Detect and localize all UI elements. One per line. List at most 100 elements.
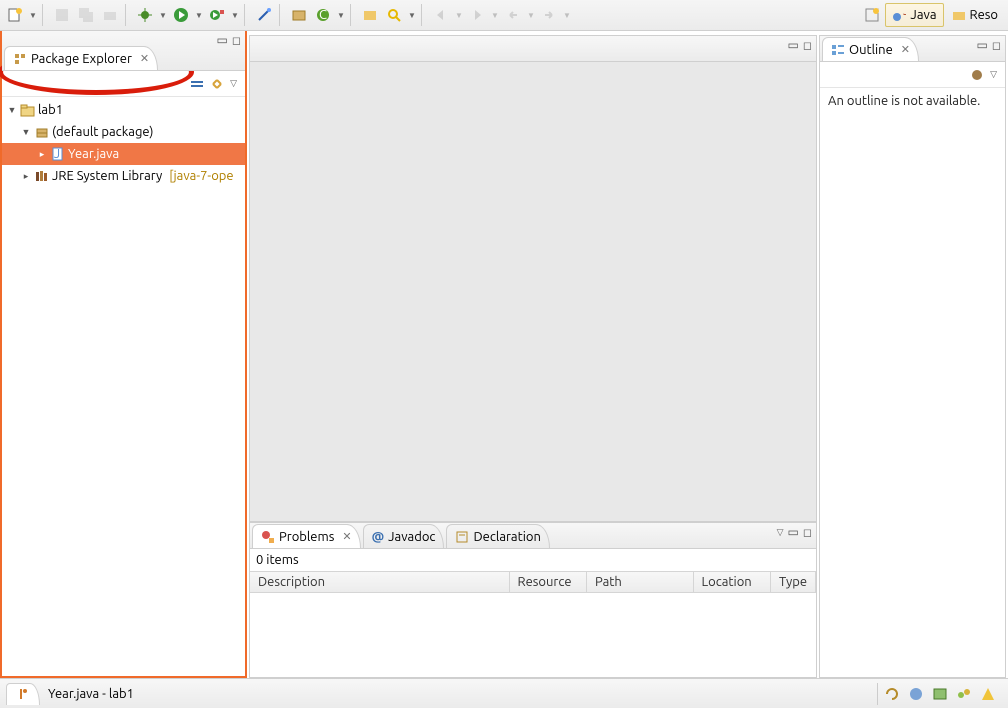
wand-button[interactable] <box>253 4 275 26</box>
java-file-icon: J <box>50 146 66 162</box>
save-button[interactable] <box>51 4 73 26</box>
nav-prev-dropdown[interactable]: ▼ <box>454 11 464 20</box>
nav-prev-button[interactable] <box>430 4 452 26</box>
perspective-java[interactable]: J Java <box>885 3 943 27</box>
col-resource[interactable]: Resource <box>510 572 587 592</box>
editor-maximize-button[interactable]: ◻ <box>803 39 812 52</box>
outline-minimize-button[interactable]: ▭ <box>977 38 988 52</box>
tree-jre-suffix: [java-7-ope <box>169 169 233 183</box>
tree-jre-label: JRE System Library <box>52 169 162 183</box>
minimize-button[interactable]: ▭ <box>217 33 228 47</box>
open-perspective-button[interactable] <box>861 4 883 26</box>
package-explorer-tree[interactable]: ▼ lab1 ▼ (default package) ▸ J Year.java <box>2 97 245 676</box>
outline-view-menu[interactable]: ▽ <box>990 69 997 80</box>
debug-button[interactable] <box>134 4 156 26</box>
tray-image-icon[interactable] <box>932 686 948 702</box>
outline-tab[interactable]: Outline ✕ <box>822 37 919 61</box>
run-dropdown[interactable]: ▼ <box>194 11 204 20</box>
print-button[interactable] <box>99 4 121 26</box>
back-button[interactable] <box>502 4 524 26</box>
library-icon <box>34 168 50 184</box>
col-path[interactable]: Path <box>587 572 694 592</box>
problems-minimize-button[interactable]: ▭ <box>788 525 799 539</box>
package-explorer-toolbar: ▽ <box>2 71 245 97</box>
tray-gc-icon[interactable] <box>956 686 972 702</box>
status-marker[interactable] <box>6 683 40 705</box>
nav-next-button[interactable] <box>466 4 488 26</box>
main-toolbar: ▼ ▼ ▼ ▼ C ▼ ▼ ▼ ▼ ▼ ▼ J Java Reso <box>0 0 1008 31</box>
tab-javadoc[interactable]: @ Javadoc <box>363 524 445 548</box>
back-dropdown[interactable]: ▼ <box>526 11 536 20</box>
col-description[interactable]: Description <box>250 572 510 592</box>
search-dropdown[interactable]: ▼ <box>407 11 417 20</box>
col-type[interactable]: Type <box>771 572 816 592</box>
col-location[interactable]: Location <box>694 572 771 592</box>
run-last-dropdown[interactable]: ▼ <box>230 11 240 20</box>
tab-declaration[interactable]: Declaration <box>446 524 549 548</box>
save-all-button[interactable] <box>75 4 97 26</box>
problems-maximize-button[interactable]: ◻ <box>803 526 812 539</box>
javadoc-icon: @ <box>372 530 385 544</box>
package-explorer-title: Package Explorer <box>31 52 132 66</box>
svg-text:J: J <box>54 147 60 161</box>
tab-declaration-label: Declaration <box>473 530 540 544</box>
package-explorer-tab[interactable]: Package Explorer ✕ <box>4 46 158 70</box>
tab-problems[interactable]: Problems ✕ <box>252 524 361 548</box>
close-icon[interactable]: ✕ <box>901 43 910 56</box>
problems-view-menu[interactable]: ▽ <box>777 527 784 538</box>
new-class-button[interactable]: C <box>312 4 334 26</box>
nav-next-dropdown[interactable]: ▼ <box>490 11 500 20</box>
tree-jre[interactable]: ▸ JRE System Library [java-7-ope <box>2 165 245 187</box>
perspective-resource-label: Reso <box>970 8 999 22</box>
maximize-button[interactable]: ◻ <box>232 34 241 47</box>
tree-package-label: (default package) <box>52 125 154 139</box>
close-icon[interactable]: ✕ <box>342 530 351 543</box>
outline-icon <box>831 43 845 57</box>
new-dropdown[interactable]: ▼ <box>28 11 38 20</box>
run-last-button[interactable] <box>206 4 228 26</box>
forward-dropdown[interactable]: ▼ <box>562 11 572 20</box>
new-package-button[interactable] <box>288 4 310 26</box>
tree-file-label: Year.java <box>68 147 119 161</box>
outline-maximize-button[interactable]: ◻ <box>992 39 1001 52</box>
package-explorer-icon <box>13 52 27 66</box>
debug-dropdown[interactable]: ▼ <box>158 11 168 20</box>
tab-javadoc-label: Javadoc <box>388 530 435 544</box>
problems-icon <box>261 530 275 544</box>
open-type-button[interactable] <box>359 4 381 26</box>
tray-tip-icon[interactable] <box>908 686 924 702</box>
link-editor-icon[interactable] <box>210 77 224 91</box>
editor-minimize-button[interactable]: ▭ <box>788 38 799 52</box>
svg-text:C: C <box>319 8 327 22</box>
package-explorer-tabbar: Package Explorer ✕ ▭ ◻ <box>2 31 245 71</box>
problems-table-header: Description Resource Path Location Type <box>250 571 816 593</box>
collapse-all-icon[interactable] <box>190 77 204 91</box>
tray-updates-icon[interactable] <box>980 686 996 702</box>
outline-view: Outline ✕ ▭ ◻ ▽ An outline is not availa… <box>819 35 1006 678</box>
tree-package[interactable]: ▼ (default package) <box>2 121 245 143</box>
problems-view: Problems ✕ @ Javadoc Declaration ▽ ▭ ◻ <box>249 522 817 678</box>
outline-toolbar: ▽ <box>820 62 1005 88</box>
search-button[interactable] <box>383 4 405 26</box>
close-icon[interactable]: ✕ <box>140 52 149 65</box>
focus-task-icon[interactable] <box>970 68 984 82</box>
tray-sync-icon[interactable] <box>884 686 900 702</box>
project-icon <box>20 102 36 118</box>
forward-button[interactable] <box>538 4 560 26</box>
marker-icon <box>17 688 29 700</box>
center-column: ▭ ◻ Problems ✕ @ Javadoc Declaration <box>247 31 819 678</box>
tree-file-selected[interactable]: ▸ J Year.java <box>2 143 245 165</box>
run-button[interactable] <box>170 4 192 26</box>
new-button[interactable] <box>4 4 26 26</box>
status-tray <box>877 683 1002 705</box>
editor-area[interactable]: ▭ ◻ <box>249 35 817 522</box>
tree-project[interactable]: ▼ lab1 <box>2 99 245 121</box>
perspective-resource[interactable]: Reso <box>946 3 1005 27</box>
package-icon <box>34 124 50 140</box>
svg-text:J: J <box>903 8 906 18</box>
new-class-dropdown[interactable]: ▼ <box>336 11 346 20</box>
declaration-icon <box>455 530 469 544</box>
problems-content: 0 items Description Resource Path Locati… <box>250 549 816 677</box>
status-bar: Year.java - lab1 <box>0 678 1008 708</box>
view-menu-dropdown[interactable]: ▽ <box>230 78 237 89</box>
